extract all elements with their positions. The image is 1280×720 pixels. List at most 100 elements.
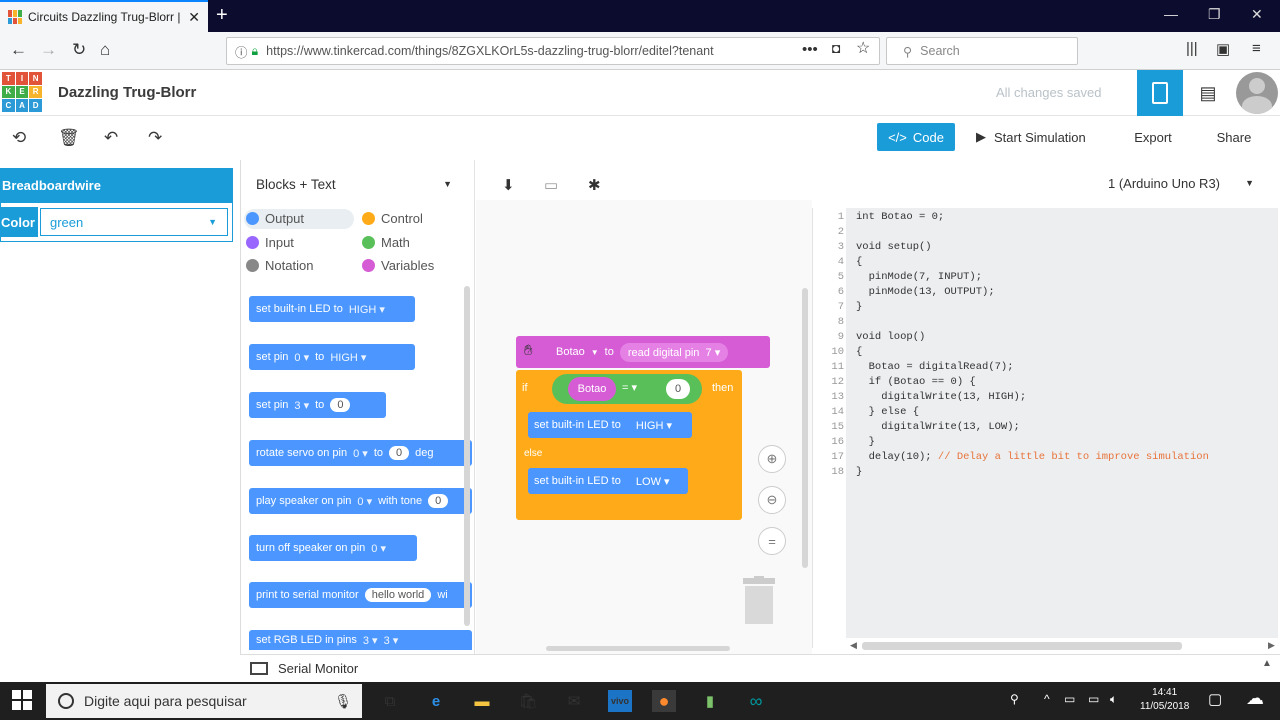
- set-led-high-block[interactable]: set built-in LED to HIGH ▾: [528, 412, 692, 438]
- palette-scrollbar[interactable]: [464, 286, 470, 626]
- code-line[interactable]: void setup(): [856, 240, 1278, 255]
- category-output[interactable]: Output: [246, 211, 304, 226]
- compare-value[interactable]: 0: [666, 379, 690, 399]
- pocket-icon[interactable]: ◘: [832, 40, 840, 56]
- people-icon[interactable]: ⚲: [1010, 692, 1019, 706]
- read-digital-pin-block[interactable]: read digital pin 7 ▾: [619, 342, 729, 362]
- share-button[interactable]: Share: [1204, 123, 1264, 151]
- workspace-h-scrollbar[interactable]: [546, 646, 730, 651]
- forward-icon[interactable]: →: [40, 40, 57, 60]
- redo-icon[interactable]: ↷: [148, 128, 162, 148]
- code-line[interactable]: digitalWrite(13, HIGH);: [856, 390, 1278, 405]
- code-text[interactable]: int Botao = 0; void setup(){ pinMode(7, …: [846, 208, 1278, 638]
- code-line[interactable]: [856, 225, 1278, 240]
- export-button[interactable]: Export: [1118, 123, 1188, 151]
- palette-block[interactable]: rotate servo on pin 0 ▾ to 0 deg: [249, 440, 472, 466]
- category-variables[interactable]: Variables: [362, 258, 434, 273]
- upload-icon[interactable]: ▭: [544, 176, 558, 194]
- palette-block[interactable]: play speaker on pin 0 ▾ with tone 0: [249, 488, 472, 514]
- task-view-icon[interactable]: ⧉: [378, 690, 402, 712]
- page-actions-icon[interactable]: •••: [802, 41, 818, 58]
- new-tab-icon[interactable]: +: [216, 4, 228, 26]
- bookmark-star-icon[interactable]: ☆: [856, 38, 870, 58]
- code-line[interactable]: }: [856, 465, 1278, 480]
- mail-icon[interactable]: ✉: [562, 690, 586, 712]
- palette-block[interactable]: set pin 3 ▾ to 0: [249, 392, 386, 418]
- color-select[interactable]: green ▼: [40, 208, 228, 236]
- reload-icon[interactable]: ↻: [72, 40, 86, 60]
- firefox-icon[interactable]: ●: [652, 690, 676, 712]
- taskbar-search[interactable]: Digite aqui para pesquisar 🎙︎: [46, 684, 362, 718]
- library-icon[interactable]: |||: [1186, 40, 1198, 57]
- set-variable-block[interactable]: Botao ▼ to read digital pin 7 ▾: [516, 336, 770, 368]
- volume-icon[interactable]: 🔈︎: [1110, 692, 1117, 707]
- store-icon[interactable]: 🛍︎: [516, 690, 540, 712]
- editor-h-scrollbar[interactable]: [862, 642, 1182, 650]
- palette-block[interactable]: print to serial monitor hello world wi: [249, 582, 472, 608]
- component-list-button[interactable]: ▤: [1186, 70, 1230, 116]
- palette-block[interactable]: set built-in LED to HIGH ▾: [249, 296, 415, 322]
- windows-start-icon[interactable]: [12, 690, 32, 710]
- zoom-out-icon[interactable]: ⊖: [758, 486, 786, 514]
- zoom-reset-button[interactable]: =: [758, 527, 786, 555]
- taskbar-clock[interactable]: 14:41 11/05/2018: [1140, 686, 1189, 714]
- address-bar[interactable]: ⓘ 🔒︎ https://www.tinkercad.com/things/8Z…: [226, 37, 880, 65]
- download-icon[interactable]: ⬇: [502, 176, 515, 194]
- window-close-icon[interactable]: ✕: [1251, 6, 1263, 23]
- file-explorer-icon[interactable]: ▬: [470, 690, 494, 712]
- category-math[interactable]: Math: [362, 235, 410, 250]
- code-line[interactable]: void loop(): [856, 330, 1278, 345]
- code-line[interactable]: {: [856, 345, 1278, 360]
- back-icon[interactable]: ←: [10, 40, 27, 60]
- code-line[interactable]: {: [856, 255, 1278, 270]
- zoom-in-icon[interactable]: ⊕: [758, 445, 786, 473]
- code-line[interactable]: }: [856, 435, 1278, 450]
- project-title[interactable]: Dazzling Trug-Blorr: [58, 84, 196, 101]
- serial-monitor-bar[interactable]: Serial Monitor: [240, 654, 1280, 681]
- battery-icon[interactable]: ▭: [1088, 692, 1099, 706]
- board-select[interactable]: 1 (Arduino Uno R3) ▼: [1100, 170, 1270, 196]
- edge-icon[interactable]: e: [424, 690, 448, 712]
- home-icon[interactable]: ⌂: [100, 40, 110, 60]
- avatar[interactable]: [1236, 72, 1278, 114]
- code-line[interactable]: }: [856, 300, 1278, 315]
- debugger-bug-icon[interactable]: ✱: [588, 176, 601, 194]
- info-icon[interactable]: ⓘ: [235, 42, 248, 61]
- rotate-icon[interactable]: ⟲: [12, 128, 26, 148]
- code-line[interactable]: int Botao = 0;: [856, 210, 1278, 225]
- trash-icon[interactable]: [740, 576, 778, 626]
- arduino-icon[interactable]: ∞: [744, 690, 768, 712]
- code-line[interactable]: delay(10); // Delay a little bit to impr…: [856, 450, 1278, 465]
- category-notation[interactable]: Notation: [246, 258, 313, 273]
- variable-reporter[interactable]: Botao: [568, 377, 616, 401]
- workspace-v-scrollbar[interactable]: [802, 288, 808, 568]
- category-input[interactable]: Input: [246, 235, 294, 250]
- microphone-icon[interactable]: 🎙︎: [334, 693, 352, 710]
- close-tab-icon[interactable]: ✕: [188, 9, 200, 26]
- code-line[interactable]: pinMode(7, INPUT);: [856, 270, 1278, 285]
- compare-operator[interactable]: = ▾: [622, 381, 637, 394]
- expand-icon[interactable]: ▲: [1262, 658, 1272, 669]
- code-line[interactable]: Botao = digitalRead(7);: [856, 360, 1278, 375]
- undo-icon[interactable]: ↶: [104, 128, 118, 148]
- app-icon[interactable]: ▮: [698, 690, 722, 712]
- code-button[interactable]: </> Code: [877, 123, 955, 151]
- browser-tab[interactable]: Circuits Dazzling Trug-Blorr | Ti ✕: [0, 0, 208, 32]
- code-line[interactable]: if (Botao == 0) {: [856, 375, 1278, 390]
- code-line[interactable]: [856, 315, 1278, 330]
- browser-search-field[interactable]: ⚲ Search: [886, 37, 1078, 65]
- scroll-left-icon[interactable]: ◀: [850, 640, 857, 651]
- editor-mode-select[interactable]: Blocks + Text ▼: [248, 170, 462, 198]
- circuit-view-button[interactable]: [1137, 70, 1183, 116]
- network-icon[interactable]: ▭: [1064, 692, 1075, 706]
- category-control[interactable]: Control: [362, 211, 423, 226]
- notifications-icon[interactable]: ▢: [1208, 690, 1222, 708]
- code-line[interactable]: digitalWrite(13, LOW);: [856, 420, 1278, 435]
- scroll-right-icon[interactable]: ▶: [1268, 640, 1275, 651]
- menu-icon[interactable]: ≡: [1252, 40, 1261, 57]
- tinkercad-logo[interactable]: TIN KER CAD: [2, 72, 42, 112]
- start-simulation-button[interactable]: ▶ Start Simulation: [968, 123, 1102, 151]
- sidebar-icon[interactable]: ▣: [1216, 40, 1230, 58]
- vivo-icon[interactable]: vivo: [608, 690, 632, 712]
- minimize-icon[interactable]: —: [1164, 6, 1178, 22]
